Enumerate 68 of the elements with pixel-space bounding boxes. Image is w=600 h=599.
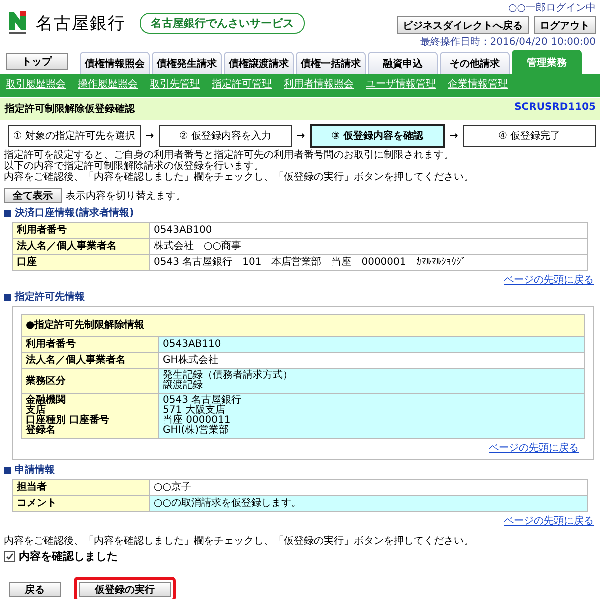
step-arrow: → — [146, 130, 154, 142]
label-line: 口座種別 口座番号 — [26, 416, 110, 426]
nav-tab[interactable]: その他請求 — [440, 52, 510, 74]
value-line: 発生記録（債務者請求方式） — [163, 371, 294, 381]
step-box: ④ 仮登録完了 — [463, 125, 596, 147]
nav-tab[interactable]: 債権譲渡請求 — [224, 52, 294, 74]
bank-logo-icon — [8, 10, 28, 36]
service-name: 名古屋銀行でんさいサービス — [140, 12, 305, 34]
value-line: 571 大阪支店 — [163, 406, 226, 416]
field-label: 口座 — [12, 254, 150, 270]
field-label: 業務区分 — [22, 368, 158, 394]
section-marker-icon — [4, 210, 11, 216]
field-value: GH株式会社 — [158, 352, 584, 368]
step-arrow: → — [450, 130, 458, 142]
instruction-text: 以下の内容で指定許可制限解除請求の仮登録を行います。 — [4, 161, 265, 172]
show-all-button[interactable]: 全て表示 — [4, 188, 62, 203]
nav-tab[interactable]: 債権一括請求 — [296, 52, 366, 74]
login-status: ○○一郎ログイン中 — [508, 2, 596, 15]
field-value: 0543 名古屋銀行 101 本店営業部 当座 0000001 ｶﾏﾙﾏﾙｼｮｳｼﾞ — [150, 254, 588, 270]
field-label: 担当者 — [12, 480, 150, 496]
field-value: ○○の取消請求を仮登録します。 — [150, 496, 588, 512]
field-value: 株式会社 ○○商事 — [150, 238, 588, 254]
step-box: ③ 仮登録内容を確認 — [310, 124, 445, 148]
field-label: 法人名／個人事業者名 — [12, 238, 150, 254]
section-marker-icon — [4, 294, 11, 300]
instruction-text: 指定許可を設定すると、ご自身の利用者番号と指定許可先の利用者番号間のお取引に制限されます。 — [4, 150, 455, 161]
field-label: 利用者番号 — [12, 222, 150, 238]
section-heading: 指定許可先情報 — [15, 290, 85, 304]
show-all-note: 表示内容を切り替えます。 — [66, 190, 186, 202]
bank-name: 名古屋銀行 — [36, 12, 126, 34]
checkbox-label: 内容を確認しました — [19, 549, 118, 564]
label-line: 金融機関 — [26, 396, 67, 406]
section-marker-icon — [4, 466, 11, 474]
last-operation-time: 最終操作日時：2016/04/20 10:00:00 — [420, 36, 596, 49]
value-line: 譲渡記録 — [163, 381, 204, 391]
field-label: 法人名／個人事業者名 — [22, 352, 158, 368]
confirm-instruction: 内容をご確認後、「内容を確認しました」欄をチェックし、「仮登録の実行」ボタンを押してください。 — [4, 534, 475, 548]
page-top-link[interactable]: ページの先頭に戻る — [504, 275, 594, 286]
page-title: 指定許可制限解除仮登録確認 — [5, 102, 135, 116]
field-label: コメント — [12, 496, 150, 512]
screen-id: SCRUSRD1105 — [514, 102, 596, 115]
nav-tab[interactable]: 債権発生請求 — [152, 52, 222, 74]
value-line: 0543 名古屋銀行 — [163, 396, 243, 406]
instruction-text: 内容をご確認後、「内容を確認しました」欄をチェックし、「仮登録の実行」ボタンを押してください。 — [4, 172, 475, 183]
field-label: 利用者番号 — [22, 336, 158, 352]
header-button[interactable]: ビジネスダイレクトへ戻る — [397, 16, 529, 34]
nav-tab[interactable]: 融資申込 — [368, 52, 438, 74]
field-value: 0543AB110 — [158, 336, 584, 352]
header-button[interactable]: ログアウト — [534, 16, 596, 34]
field-value: ○○京子 — [150, 480, 588, 496]
step-arrow: → — [296, 130, 306, 142]
page-top-link[interactable]: ページの先頭に戻る — [489, 443, 579, 454]
back-button[interactable]: 戻る — [9, 582, 61, 597]
execute-button[interactable]: 仮登録の実行 — [79, 582, 171, 597]
section-heading: 決済口座情報(請求者情報) — [15, 206, 134, 220]
step-box: ① 対象の指定許可先を選択 — [8, 125, 141, 147]
step-box: ② 仮登録内容を入力 — [159, 125, 292, 147]
top-button[interactable]: トップ — [6, 53, 68, 70]
value-line: 当座 0000011 — [163, 416, 232, 426]
field-value: 0543AB100 — [150, 222, 588, 238]
nav-tab[interactable]: 債権情報照会 — [80, 52, 150, 74]
table-title: ●指定許可先制限解除情報 — [22, 314, 584, 336]
value-line: GHI(株)営業部 — [163, 426, 230, 436]
section-heading: 申請情報 — [15, 464, 55, 477]
label-line: 登録名 — [26, 426, 56, 436]
page-top-link[interactable]: ページの先頭に戻る — [504, 516, 594, 527]
label-line: 支店 — [26, 406, 46, 416]
confirm-checkbox[interactable] — [4, 551, 15, 562]
